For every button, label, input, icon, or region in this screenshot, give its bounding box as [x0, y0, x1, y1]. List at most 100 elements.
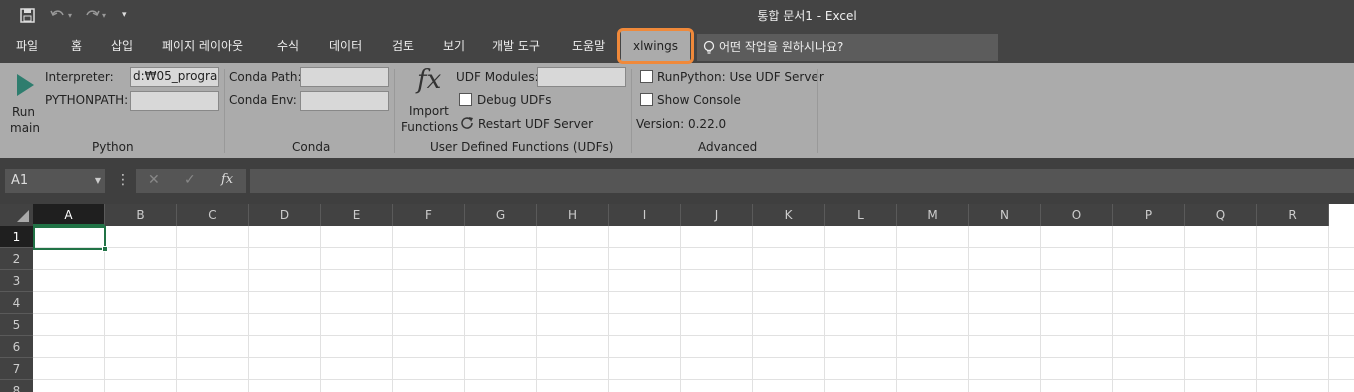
- run-main-label-2[interactable]: main: [10, 121, 40, 135]
- column-header-c[interactable]: C: [177, 204, 249, 226]
- tab-formulas[interactable]: 수식: [277, 30, 299, 63]
- udf-group-label: User Defined Functions (UDFs): [430, 140, 614, 154]
- column-header-a[interactable]: A: [33, 204, 105, 226]
- column-gridline: [1184, 226, 1185, 392]
- formula-input[interactable]: [250, 169, 1354, 193]
- row-gridline: [33, 291, 1354, 292]
- fill-handle[interactable]: [102, 246, 108, 252]
- row-gridline: [33, 313, 1354, 314]
- row-header-8[interactable]: 8: [0, 380, 33, 392]
- column-gridline: [896, 226, 897, 392]
- interpreter-input[interactable]: d:₩05_program: [130, 67, 219, 87]
- lightbulb-icon: [703, 34, 715, 66]
- column-header-d[interactable]: D: [249, 204, 321, 226]
- row-header-1[interactable]: 1: [0, 226, 33, 248]
- conda-path-label: Conda Path:: [229, 70, 302, 84]
- interpreter-label: Interpreter:: [45, 70, 114, 84]
- row-header-5[interactable]: 5: [0, 314, 33, 336]
- row-header-6[interactable]: 6: [0, 336, 33, 358]
- debug-udfs-label: Debug UDFs: [477, 93, 552, 107]
- fx-icon[interactable]: fx: [417, 65, 441, 95]
- group-divider: [224, 69, 225, 153]
- select-all-button[interactable]: [0, 204, 33, 226]
- column-header-k[interactable]: K: [753, 204, 825, 226]
- insert-function-icon[interactable]: fx: [221, 172, 233, 187]
- column-header-g[interactable]: G: [465, 204, 537, 226]
- pythonpath-label: PYTHONPATH:: [45, 93, 129, 107]
- group-divider: [817, 69, 818, 153]
- column-header-h[interactable]: H: [537, 204, 609, 226]
- udf-modules-input[interactable]: [537, 67, 626, 87]
- conda-group-label: Conda: [292, 140, 331, 154]
- column-gridline: [608, 226, 609, 392]
- column-gridline: [176, 226, 177, 392]
- tab-help[interactable]: 도움말: [572, 30, 605, 63]
- row-header-7[interactable]: 7: [0, 358, 33, 380]
- udf-modules-label: UDF Modules:: [456, 70, 539, 84]
- debug-udfs-checkbox[interactable]: [459, 93, 472, 106]
- column-header-p[interactable]: P: [1113, 204, 1185, 226]
- import-functions-label-2[interactable]: Functions: [401, 120, 458, 134]
- column-header-q[interactable]: Q: [1185, 204, 1257, 226]
- row-header-2[interactable]: 2: [0, 248, 33, 270]
- enter-icon[interactable]: ✓: [184, 172, 196, 188]
- name-box-value: A1: [11, 173, 29, 188]
- worksheet-grid: ABCDEFGHIJKLMNOPQR 12345678: [0, 204, 1354, 392]
- tell-me-search[interactable]: 어떤 작업을 원하시나요?: [697, 34, 998, 61]
- cancel-icon[interactable]: ✕: [148, 172, 160, 188]
- column-header-m[interactable]: M: [897, 204, 969, 226]
- column-header-j[interactable]: J: [681, 204, 753, 226]
- row-gridline: [33, 357, 1354, 358]
- refresh-icon[interactable]: [459, 115, 475, 134]
- name-box[interactable]: A1 ▼: [5, 169, 105, 193]
- formula-controls: ✕ ✓ fx: [136, 169, 246, 193]
- tab-data[interactable]: 데이터: [329, 30, 362, 63]
- tab-page-layout[interactable]: 페이지 레이아웃: [162, 30, 243, 63]
- chevron-down-icon[interactable]: ▼: [95, 169, 101, 193]
- ribbon-xlwings: Run main Interpreter: d:₩05_program PYTH…: [0, 63, 1354, 158]
- tab-highlight-box: [617, 28, 694, 64]
- tab-file[interactable]: 파일: [16, 30, 38, 63]
- runpython-udf-checkbox[interactable]: [640, 70, 653, 83]
- column-header-b[interactable]: B: [105, 204, 177, 226]
- column-gridline: [1040, 226, 1041, 392]
- column-gridline: [752, 226, 753, 392]
- import-functions-label-1[interactable]: Import: [409, 104, 449, 118]
- tab-insert[interactable]: 삽입: [111, 30, 133, 63]
- active-cell[interactable]: [33, 226, 108, 252]
- column-gridline: [968, 226, 969, 392]
- column-header-l[interactable]: L: [825, 204, 897, 226]
- runpython-udf-label: RunPython: Use UDF Server: [657, 70, 824, 84]
- column-gridline: [1328, 226, 1329, 392]
- run-main-icon[interactable]: [14, 72, 36, 101]
- show-console-checkbox[interactable]: [640, 93, 653, 106]
- column-header-r[interactable]: R: [1257, 204, 1329, 226]
- tell-me-placeholder: 어떤 작업을 원하시나요?: [719, 40, 844, 54]
- column-gridline: [1256, 226, 1257, 392]
- tab-review[interactable]: 검토: [392, 30, 414, 63]
- formula-bar-more-icon[interactable]: ⋮: [116, 172, 130, 188]
- tab-developer[interactable]: 개발 도구: [492, 30, 540, 63]
- restart-udf-server-button[interactable]: Restart UDF Server: [478, 117, 593, 131]
- run-main-label-1[interactable]: Run: [12, 105, 35, 119]
- advanced-group-label: Advanced: [698, 140, 758, 154]
- column-header-i[interactable]: I: [609, 204, 681, 226]
- row-gridline: [33, 269, 1354, 270]
- column-header-n[interactable]: N: [969, 204, 1041, 226]
- title-bar: ▾ ▾ ▾ 통합 문서1 - Excel: [0, 0, 1354, 30]
- row-gridline: [33, 379, 1354, 380]
- row-header-3[interactable]: 3: [0, 270, 33, 292]
- row-header-4[interactable]: 4: [0, 292, 33, 314]
- tab-home[interactable]: 홈: [71, 30, 82, 63]
- version-label: Version: 0.22.0: [636, 117, 727, 131]
- group-divider: [394, 69, 395, 153]
- conda-path-input[interactable]: [300, 67, 389, 87]
- pythonpath-input[interactable]: [130, 91, 219, 111]
- column-header-o[interactable]: O: [1041, 204, 1113, 226]
- conda-env-input[interactable]: [300, 91, 389, 111]
- group-divider: [631, 69, 632, 153]
- column-header-f[interactable]: F: [393, 204, 465, 226]
- window-title: 통합 문서1 - Excel: [757, 9, 857, 23]
- column-header-e[interactable]: E: [321, 204, 393, 226]
- tab-view[interactable]: 보기: [443, 30, 465, 63]
